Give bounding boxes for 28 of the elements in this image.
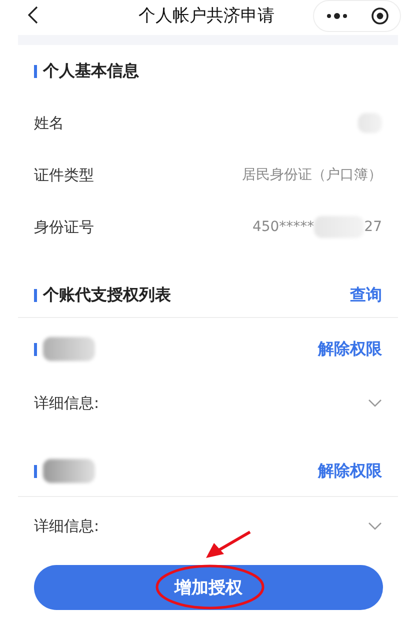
field-value: 27 bbox=[364, 219, 382, 235]
revoke-link[interactable]: 解除权限 bbox=[318, 460, 382, 482]
chevron-icon[interactable] bbox=[368, 522, 382, 530]
section-title: 个人基本信息 bbox=[43, 60, 139, 82]
revoke-link[interactable]: 解除权限 bbox=[318, 338, 382, 360]
redacted-block bbox=[43, 337, 95, 361]
chevron-icon[interactable] bbox=[368, 399, 382, 407]
section-marker bbox=[34, 64, 37, 78]
close-icon[interactable] bbox=[370, 7, 388, 25]
add-authorization-button[interactable]: 增加授权 bbox=[34, 565, 383, 610]
item-marker bbox=[34, 342, 37, 356]
detail-label: 详细信息: bbox=[34, 516, 100, 536]
redacted-block bbox=[314, 216, 364, 238]
section-marker bbox=[34, 288, 37, 302]
field-label: 身份证号 bbox=[34, 218, 94, 236]
field-label: 证件类型 bbox=[34, 166, 94, 184]
query-link[interactable]: 查询 bbox=[350, 284, 382, 306]
back-icon[interactable] bbox=[28, 6, 38, 24]
section-title: 个账代支授权列表 bbox=[43, 284, 171, 306]
field-value: 居民身份证（户口簿） bbox=[242, 166, 382, 184]
redacted-block bbox=[43, 459, 95, 483]
page-title: 个人帐户共济申请 bbox=[138, 4, 274, 26]
detail-label: 详细信息: bbox=[34, 394, 100, 412]
field-label: 姓名 bbox=[34, 114, 64, 132]
field-value: 450***** bbox=[252, 219, 314, 235]
more-icon[interactable] bbox=[326, 13, 348, 19]
item-marker bbox=[34, 464, 37, 478]
annotation-arrow bbox=[206, 530, 251, 558]
